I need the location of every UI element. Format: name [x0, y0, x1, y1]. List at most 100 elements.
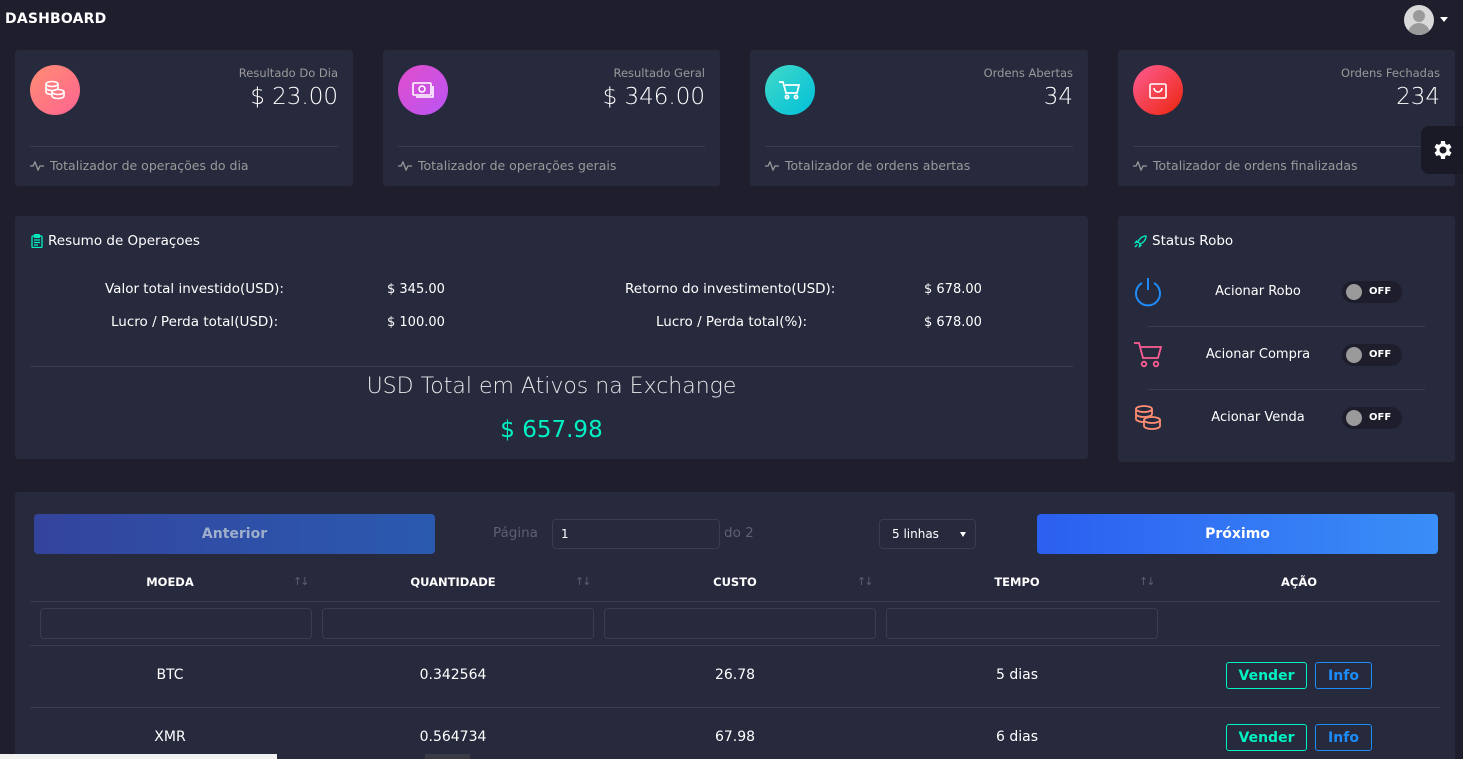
orders-table-card: Anterior Página do 2 5 linhas Próximo MO…: [15, 492, 1455, 759]
kv-value: $ 100.00: [387, 315, 445, 330]
rows-per-page-value: 5 linhas: [892, 527, 939, 541]
rows-per-page-select[interactable]: 5 linhas: [879, 519, 976, 549]
kv-label: Lucro / Perda total(%):: [656, 314, 808, 330]
robo-row-venda: Acionar Venda OFF: [1118, 388, 1455, 451]
rocket-icon: [1134, 234, 1147, 248]
kv-value: $ 678.00: [924, 315, 982, 330]
filter-moeda-input[interactable]: [40, 608, 312, 639]
stat-card-resultado-dia: Resultado Do Dia $ 23.00 Totalizador de …: [15, 50, 353, 186]
stat-title: Ordens Fechadas: [1341, 66, 1440, 80]
resumo-card: Resumo de Operaçoes Valor total investid…: [15, 216, 1088, 459]
divider: [398, 146, 705, 147]
info-button[interactable]: Info: [1315, 662, 1372, 689]
stat-value: $ 346.00: [602, 84, 705, 110]
stat-value: 34: [1043, 84, 1073, 110]
column-header-quantidade[interactable]: QUANTIDADE: [398, 575, 508, 589]
stat-card-ordens-abertas: Ordens Abertas 34 Totalizador de ordens …: [750, 50, 1088, 186]
kv-label: Lucro / Perda total(USD):: [111, 314, 279, 330]
power-icon: [1132, 276, 1164, 308]
robo-row-compra: Acionar Compra OFF: [1118, 325, 1455, 388]
robo-label: Acionar Venda: [1211, 410, 1305, 425]
stat-value: 234: [1396, 84, 1440, 110]
divider: [30, 645, 1440, 646]
toggle-robo[interactable]: OFF: [1342, 281, 1402, 303]
divider: [30, 707, 1440, 708]
cell-moeda: BTC: [156, 667, 184, 683]
coins-icon: [30, 65, 80, 115]
toggle-state: OFF: [1369, 412, 1392, 423]
cell-custo: 26.78: [714, 667, 756, 683]
section-title: Status Robo: [1134, 233, 1233, 249]
robo-label: Acionar Compra: [1205, 347, 1311, 362]
stat-footer: Totalizador de operações gerais: [398, 158, 616, 173]
stat-footer-text: Totalizador de ordens finalizadas: [1153, 158, 1358, 173]
toggle-state: OFF: [1369, 286, 1392, 297]
robo-label: Acionar Robo: [1215, 284, 1301, 299]
stat-footer-text: Totalizador de ordens abertas: [785, 158, 971, 173]
sell-button[interactable]: Vender: [1226, 724, 1307, 751]
sort-icon[interactable]: ↑↓: [575, 575, 592, 588]
total-value: $ 657.98: [500, 417, 603, 443]
chevron-down-icon: [960, 532, 966, 537]
horizontal-scrollbar-thumb[interactable]: [425, 754, 470, 759]
resumo-title: Resumo de Operaçoes: [48, 233, 200, 249]
gear-icon: [1434, 141, 1452, 159]
info-button[interactable]: Info: [1315, 724, 1372, 751]
cell-custo: 67.98: [714, 729, 756, 745]
filter-custo-input[interactable]: [604, 608, 876, 639]
column-header-custo[interactable]: CUSTO: [680, 575, 790, 589]
cell-quantidade: 0.564734: [419, 729, 487, 745]
stat-title: Resultado Geral: [613, 66, 705, 80]
stat-value: $ 23.00: [250, 84, 338, 110]
top-bar: DASHBOARD: [0, 0, 1463, 40]
pulse-icon: [398, 160, 412, 171]
toggle-state: OFF: [1369, 349, 1392, 360]
page-total-label: do 2: [724, 525, 754, 541]
sell-button[interactable]: Vender: [1226, 662, 1307, 689]
column-header-tempo[interactable]: TEMPO: [962, 575, 1072, 589]
sort-icon[interactable]: ↑↓: [293, 575, 310, 588]
sort-icon[interactable]: ↑↓: [857, 575, 874, 588]
horizontal-scrollbar-track[interactable]: [0, 754, 277, 759]
stat-card-resultado-geral: Resultado Geral $ 346.00 Totalizador de …: [383, 50, 720, 186]
kv-label: Valor total investido(USD):: [105, 281, 284, 297]
chevron-down-icon[interactable]: [1440, 17, 1448, 22]
column-header-acao: AÇÃO: [1280, 575, 1318, 589]
pulse-icon: [30, 160, 44, 171]
cell-moeda: XMR: [154, 729, 186, 745]
page-number-input[interactable]: [552, 519, 720, 549]
cell-quantidade: 0.342564: [419, 667, 487, 683]
filter-quantidade-input[interactable]: [322, 608, 594, 639]
divider: [1133, 146, 1440, 147]
column-header-moeda[interactable]: MOEDA: [115, 575, 225, 589]
status-robo-card: Status Robo Acionar Robo OFF Acionar Com…: [1118, 216, 1455, 462]
section-title: Resumo de Operaçoes: [31, 233, 200, 249]
cart-icon: [765, 65, 815, 115]
toggle-compra[interactable]: OFF: [1342, 344, 1402, 366]
stat-card-ordens-fechadas: Ordens Fechadas 234 Totalizador de orden…: [1118, 50, 1455, 186]
stat-footer: Totalizador de ordens finalizadas: [1133, 158, 1358, 173]
bag-icon: [1133, 65, 1183, 115]
stat-footer-text: Totalizador de operações gerais: [418, 158, 617, 173]
page-title: DASHBOARD: [5, 11, 107, 27]
user-avatar-icon[interactable]: [1404, 5, 1434, 35]
robo-row-robo: Acionar Robo OFF: [1118, 262, 1455, 325]
cart-icon: [1132, 339, 1164, 371]
stat-title: Resultado Do Dia: [238, 66, 338, 80]
coins-icon: [1132, 402, 1164, 434]
kv-label: Retorno do investimento(USD):: [625, 281, 836, 297]
divider: [30, 366, 1073, 367]
divider: [765, 146, 1073, 147]
cell-tempo: 5 dias: [995, 667, 1038, 683]
money-icon: [398, 65, 448, 115]
pulse-icon: [1133, 160, 1147, 171]
cell-tempo: 6 dias: [995, 729, 1038, 745]
previous-page-button[interactable]: Anterior: [34, 514, 435, 554]
settings-gear-button[interactable]: [1421, 126, 1463, 174]
toggle-venda[interactable]: OFF: [1342, 407, 1402, 429]
filter-tempo-input[interactable]: [886, 608, 1158, 639]
sort-icon[interactable]: ↑↓: [1139, 575, 1156, 588]
stat-footer: Totalizador de ordens abertas: [765, 158, 970, 173]
next-page-button[interactable]: Próximo: [1037, 514, 1438, 554]
kv-value: $ 678.00: [924, 282, 982, 297]
